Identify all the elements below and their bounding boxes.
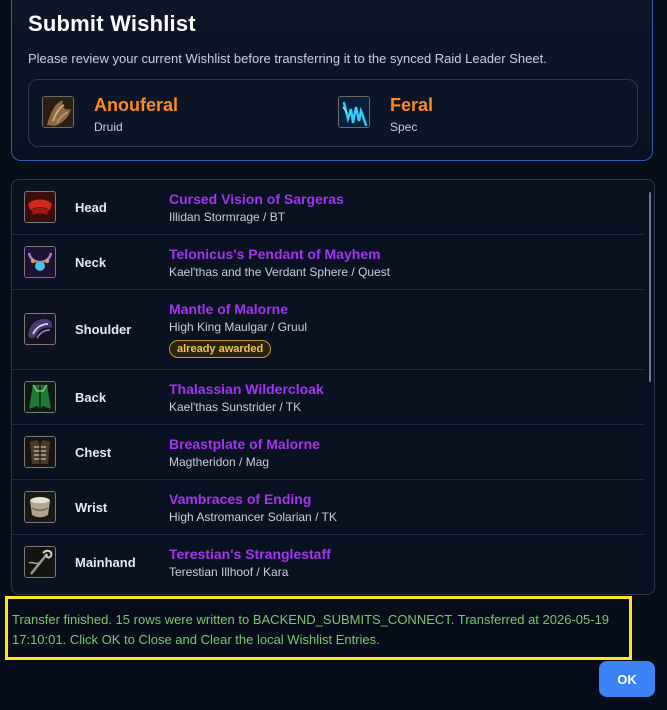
slot-label: Head: [75, 200, 107, 215]
feral-spec-icon: [338, 96, 370, 128]
druid-class-icon: [42, 96, 74, 128]
staff-icon: [24, 546, 56, 578]
shoulder-icon: [24, 313, 56, 345]
slot-label: Wrist: [75, 500, 108, 515]
necklace-icon: [24, 246, 56, 278]
slot-label: Neck: [75, 255, 107, 270]
slot-label: Shoulder: [75, 322, 132, 337]
spec-name: Feral: [390, 95, 434, 115]
status-message: Transfer finished. 15 rows were written …: [5, 596, 632, 660]
item-source: Kael'thas and the Verdant Sphere / Quest: [169, 265, 391, 279]
wishlist-row: Back Thalassian Wildercloak Kael'thas Su…: [12, 370, 644, 425]
character-summary: Anouferal Druid Feral Spec: [28, 79, 638, 147]
character-name: Anouferal: [94, 95, 179, 115]
item-name-link[interactable]: Thalassian Wildercloak: [169, 381, 324, 397]
wishlist-row: Chest Breastplate of Malorne Magtheridon…: [12, 425, 644, 480]
character-class: Druid: [94, 120, 123, 134]
item-name-link[interactable]: Terestian's Stranglestaff: [169, 546, 331, 562]
dialog-header: Submit Wishlist Please review your curre…: [11, 0, 653, 161]
ok-button[interactable]: OK: [599, 661, 655, 697]
scrollbar[interactable]: [649, 192, 651, 382]
wishlist-row: Shoulder Mantle of Malorne High King Mau…: [12, 290, 644, 370]
dialog-title: Submit Wishlist: [28, 11, 196, 36]
spec-label: Spec: [390, 120, 418, 134]
item-name-link[interactable]: Vambraces of Ending: [169, 491, 311, 507]
item-source: Terestian Illhoof / Kara: [169, 565, 289, 579]
helm-icon: [24, 191, 56, 223]
item-source: High King Maulgar / Gruul: [169, 320, 308, 334]
wishlist-row: Head Cursed Vision of Sargeras Illidan S…: [12, 180, 644, 235]
item-name-link[interactable]: Telonicus's Pendant of Mayhem: [169, 246, 381, 262]
item-name-link[interactable]: Breastplate of Malorne: [169, 436, 320, 452]
item-source: Magtheridon / Mag: [169, 455, 270, 469]
slot-label: Chest: [75, 445, 112, 460]
wishlist-row: Mainhand Terestian's Stranglestaff Teres…: [12, 535, 644, 594]
wishlist-slot-list[interactable]: Head Cursed Vision of Sargeras Illidan S…: [11, 179, 655, 595]
wishlist-row: Wrist Vambraces of Ending High Astromanc…: [12, 480, 644, 535]
chest-icon: [24, 436, 56, 468]
item-source: Illidan Stormrage / BT: [169, 210, 286, 224]
dialog-subtitle: Please review your current Wishlist befo…: [28, 51, 547, 66]
item-source: High Astromancer Solarian / TK: [169, 510, 337, 524]
slot-label: Back: [75, 390, 107, 405]
cloak-icon: [24, 381, 56, 413]
bracer-icon: [24, 491, 56, 523]
item-name-link[interactable]: Cursed Vision of Sargeras: [169, 191, 344, 207]
slot-label: Mainhand: [75, 555, 136, 570]
item-source: Kael'thas Sunstrider / TK: [169, 400, 302, 414]
item-name-link[interactable]: Mantle of Malorne: [169, 301, 288, 317]
status-badge: already awarded: [169, 340, 272, 358]
wishlist-row: Neck Telonicus's Pendant of Mayhem Kael'…: [12, 235, 644, 290]
